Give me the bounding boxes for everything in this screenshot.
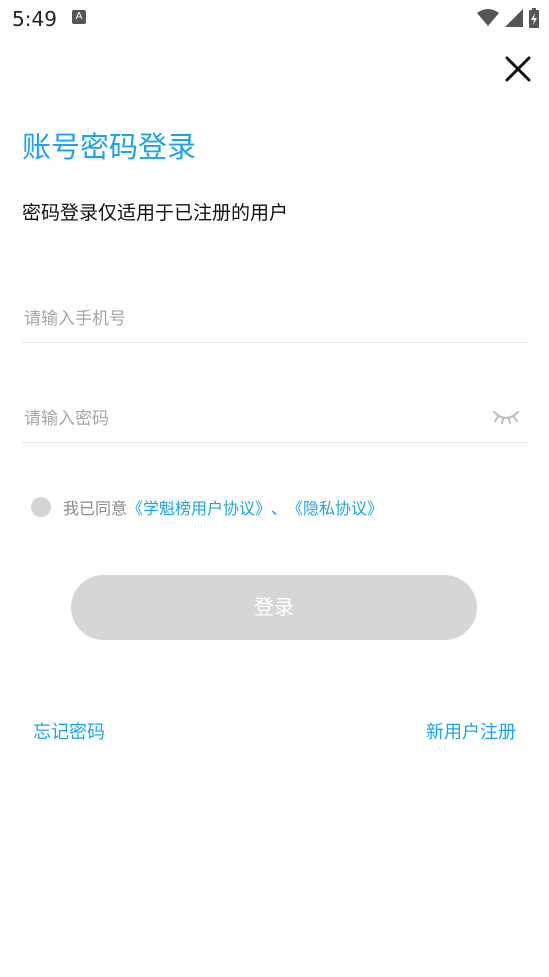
forgot-password-link[interactable]: 忘记密码 (33, 718, 105, 744)
agreement-separator: 、 (271, 499, 288, 518)
page-subtitle: 密码登录仅适用于已注册的用户 (22, 202, 289, 224)
agreement-checkbox[interactable] (31, 497, 51, 517)
notification-icon: A (72, 10, 86, 24)
agreement-prefix: 我已同意 (63, 499, 128, 518)
user-agreement-link[interactable]: 《学魁榜用户协议》 (127, 495, 271, 519)
close-icon[interactable] (503, 54, 533, 84)
agreement-row: 我已同意 《学魁榜用户协议》 、 《隐私协议》 (31, 496, 383, 518)
battery-charging-icon (529, 8, 539, 28)
page-title: 账号密码登录 (22, 130, 197, 164)
signal-icon (505, 9, 523, 27)
phone-field (22, 298, 528, 343)
login-button[interactable]: 登录 (71, 575, 477, 640)
phone-input[interactable] (22, 298, 486, 340)
eye-closed-icon[interactable] (492, 406, 520, 428)
privacy-agreement-link[interactable]: 《隐私协议》 (287, 495, 383, 519)
password-field (22, 398, 528, 443)
status-bar: 5:49 A (0, 0, 549, 38)
register-link[interactable]: 新用户注册 (426, 718, 516, 744)
wifi-icon (477, 9, 499, 26)
password-input[interactable] (22, 398, 486, 440)
status-time: 5:49 (12, 7, 57, 31)
system-icons (477, 8, 539, 28)
